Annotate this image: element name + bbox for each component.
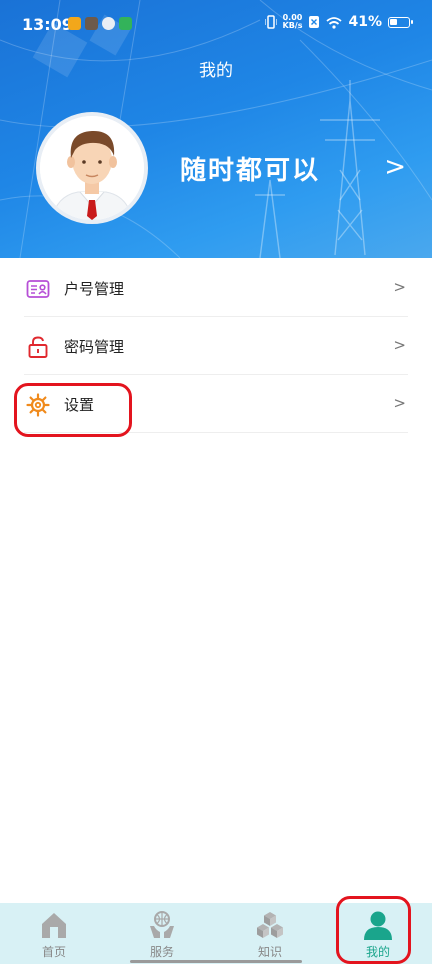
battery-percent: 41% <box>348 14 382 30</box>
store-notification-icon <box>119 17 132 30</box>
chevron-right-icon: > <box>393 336 406 354</box>
nav-item-service[interactable]: 服务 <box>108 903 216 964</box>
profile-header: 13:09 0.00 KB/s 41% 我的 随时都可以 > <box>0 0 432 258</box>
avatar[interactable] <box>36 112 148 224</box>
no-sim-icon <box>309 16 320 28</box>
chevron-right-icon: > <box>393 278 406 296</box>
vibrate-icon <box>264 15 277 29</box>
wifi-icon <box>326 16 343 29</box>
menu-item-password-management[interactable]: 密码管理 > <box>24 317 408 375</box>
annotation-highlight-settings <box>14 383 132 437</box>
status-indicators: 0.00 KB/s 41% <box>264 14 413 30</box>
nav-item-knowledge[interactable]: 知识 <box>216 903 324 964</box>
menu-item-label: 密码管理 <box>64 338 125 356</box>
status-app-icons <box>68 17 132 30</box>
user-name[interactable]: 随时都可以 <box>180 150 320 187</box>
profile-detail-arrow-icon[interactable]: > <box>384 152 406 182</box>
nav-label: 首页 <box>41 945 66 959</box>
home-indicator[interactable] <box>130 960 302 963</box>
status-bar: 13:09 0.00 KB/s 41% <box>0 0 432 52</box>
battery-icon <box>388 16 413 28</box>
nav-label: 知识 <box>257 945 282 959</box>
service-icon <box>150 911 174 938</box>
lock-icon <box>28 336 48 358</box>
annotation-highlight-mine-tab <box>336 896 411 964</box>
home-icon <box>42 913 66 938</box>
knowledge-icon <box>257 912 283 938</box>
status-time: 13:09 <box>22 15 73 34</box>
battery-fill <box>390 18 397 25</box>
account-card-icon <box>26 280 50 298</box>
menu-item-label: 户号管理 <box>64 280 125 298</box>
page-title: 我的 <box>199 61 233 81</box>
user-avatar-icon <box>40 116 144 220</box>
browser-notification-icon <box>102 17 115 30</box>
weibo-notification-icon <box>68 17 81 30</box>
nav-label: 服务 <box>149 945 174 959</box>
menu-item-account-management[interactable]: 户号管理 > <box>24 259 408 317</box>
network-speed: 0.00 KB/s <box>283 14 303 30</box>
chevron-right-icon: > <box>393 394 406 412</box>
nav-item-home[interactable]: 首页 <box>0 903 108 964</box>
network-speed-unit: KB/s <box>282 21 303 30</box>
app-notification-icon <box>85 17 98 30</box>
profile-page: 13:09 0.00 KB/s 41% 我的 随时都可以 > 户号管理 > 密码… <box>0 0 432 964</box>
